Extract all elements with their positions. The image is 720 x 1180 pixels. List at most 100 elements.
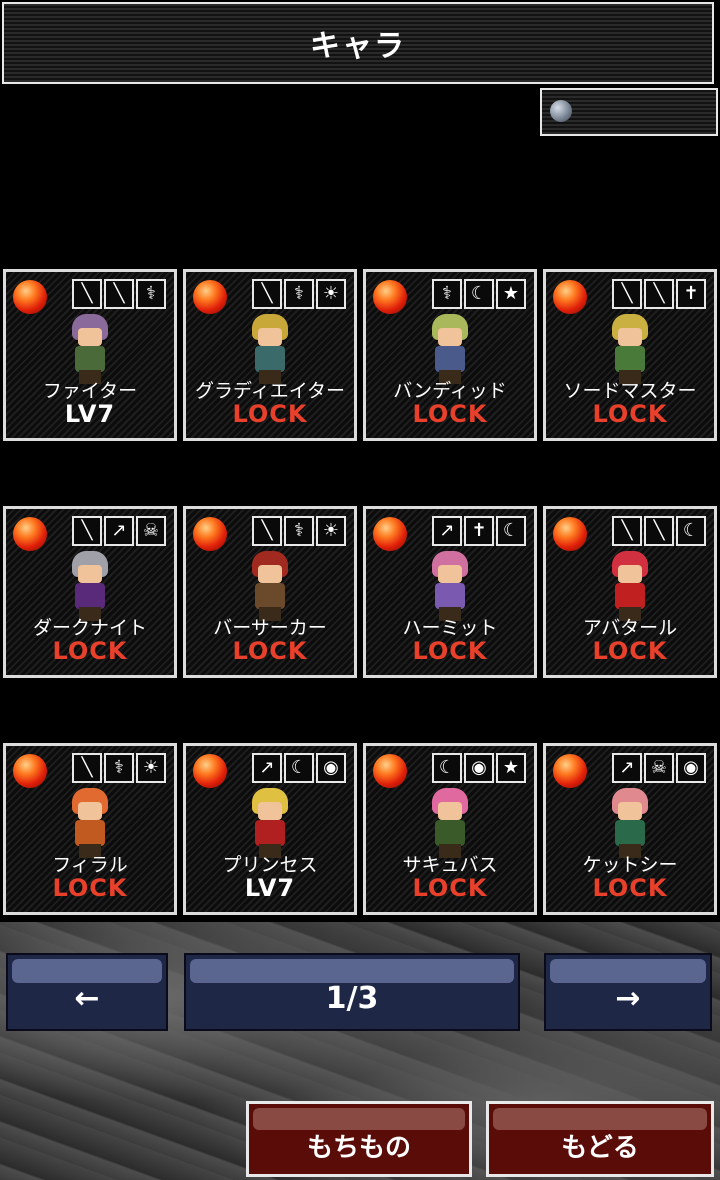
prev-arrow-icon: ← — [74, 980, 100, 1016]
fire-orb-icon — [553, 280, 587, 314]
gem-icon — [550, 100, 572, 122]
character-card[interactable]: ☾ ◉ ★ サキュバス LOCK — [363, 743, 537, 915]
weapon-type-icon: ☾ — [496, 516, 526, 546]
weapon-icons: ↗ ☾ ◉ — [252, 753, 346, 783]
character-card[interactable]: ⚕ ☾ ★ バンディッド LOCK — [363, 269, 537, 441]
fire-orb-icon — [13, 280, 47, 314]
character-name: フィラル — [52, 854, 128, 876]
page-indicator: 1/3 — [184, 953, 520, 1031]
weapon-type-icon: ╲ — [72, 516, 102, 546]
back-button-label: もどる — [561, 1132, 639, 1163]
weapon-type-icon: ⚕ — [104, 753, 134, 783]
character-name: ファイター — [42, 380, 138, 402]
character-card[interactable]: ╲ ╲ ⚕ ファイター LV7 — [3, 269, 177, 441]
character-card[interactable]: ↗ ☠ ◉ ケットシー LOCK — [543, 743, 717, 915]
lock-status: LOCK — [592, 874, 668, 902]
weapon-type-icon: ╲ — [72, 753, 102, 783]
items-button[interactable]: もちもの — [246, 1101, 472, 1177]
weapon-type-icon: ☀ — [316, 516, 346, 546]
fire-orb-icon — [13, 517, 47, 551]
weapon-type-icon: ╲ — [104, 279, 134, 309]
lock-status: LOCK — [232, 637, 308, 665]
character-name: バンディッド — [393, 380, 507, 402]
weapon-type-icon: ╲ — [252, 279, 282, 309]
weapon-type-icon: ╲ — [72, 279, 102, 309]
weapon-icons: ╲ ⚕ ☀ — [252, 279, 346, 309]
weapon-type-icon: ↗ — [432, 516, 462, 546]
character-name: ハーミット — [402, 617, 498, 639]
character-card[interactable]: ╲ ⚕ ☀ フィラル LOCK — [3, 743, 177, 915]
weapon-type-icon: ⚕ — [284, 279, 314, 309]
fire-orb-icon — [553, 517, 587, 551]
character-card[interactable]: ╲ ╲ ✝ ソードマスター LOCK — [543, 269, 717, 441]
weapon-type-icon: ✝ — [676, 279, 706, 309]
lock-status: LOCK — [412, 874, 488, 902]
fire-orb-icon — [193, 517, 227, 551]
weapon-type-icon: ⚕ — [284, 516, 314, 546]
character-card[interactable]: ╲ ⚕ ☀ グラディエイター LOCK — [183, 269, 357, 441]
lock-status: LOCK — [52, 637, 128, 665]
weapon-icons: ╲ ⚕ ☀ — [252, 516, 346, 546]
character-name: グラディエイター — [195, 380, 345, 402]
character-card[interactable]: ↗ ☾ ◉ プリンセス LV7 — [183, 743, 357, 915]
character-card[interactable]: ╲ ⚕ ☀ バーサーカー LOCK — [183, 506, 357, 678]
weapon-type-icon: ☾ — [464, 279, 494, 309]
next-page-button[interactable]: → — [544, 953, 712, 1031]
page-indicator-label: 1/3 — [325, 980, 379, 1016]
weapon-type-icon: ╲ — [644, 516, 674, 546]
weapon-icons: ╲ ╲ ☾ — [612, 516, 706, 546]
fire-orb-icon — [373, 280, 407, 314]
character-name: ダークナイト — [32, 617, 147, 639]
character-card[interactable]: ╲ ╲ ☾ アバタール LOCK — [543, 506, 717, 678]
fire-orb-icon — [193, 280, 227, 314]
weapon-type-icon: ☾ — [432, 753, 462, 783]
back-button[interactable]: もどる — [486, 1101, 714, 1177]
weapon-type-icon: ╲ — [252, 516, 282, 546]
character-name: サキュバス — [402, 854, 498, 876]
weapon-icons: ↗ ✝ ☾ — [432, 516, 526, 546]
character-name: バーサーカー — [213, 617, 327, 639]
fire-orb-icon — [193, 754, 227, 788]
weapon-icons: ☾ ◉ ★ — [432, 753, 526, 783]
weapon-icons: ╲ ╲ ✝ — [612, 279, 706, 309]
weapon-type-icon: ☾ — [676, 516, 706, 546]
weapon-type-icon: ↗ — [612, 753, 642, 783]
lock-status: LOCK — [592, 400, 668, 428]
weapon-icons: ╲ ⚕ ☀ — [72, 753, 166, 783]
character-card[interactable]: ╲ ↗ ☠ ダークナイト LOCK — [3, 506, 177, 678]
character-name: アバタール — [582, 617, 678, 639]
weapon-type-icon: ⚕ — [432, 279, 462, 309]
screen-title-bar: キャラ — [2, 2, 714, 84]
level-status: LV7 — [244, 874, 296, 902]
character-card[interactable]: ↗ ✝ ☾ ハーミット LOCK — [363, 506, 537, 678]
weapon-type-icon: ╲ — [612, 279, 642, 309]
items-button-label: もちもの — [306, 1132, 411, 1163]
character-name: ケットシー — [582, 854, 678, 876]
level-status: LV7 — [64, 400, 116, 428]
weapon-type-icon: ↗ — [252, 753, 282, 783]
weapon-type-icon: ◉ — [316, 753, 346, 783]
character-name: プリンセス — [222, 854, 318, 876]
prev-page-button[interactable]: ← — [6, 953, 168, 1031]
character-name: ソードマスター — [563, 380, 697, 402]
fire-orb-icon — [553, 754, 587, 788]
weapon-type-icon: ⚕ — [136, 279, 166, 309]
next-arrow-icon: → — [615, 980, 641, 1016]
gem-counter — [540, 88, 718, 136]
weapon-type-icon: ╲ — [644, 279, 674, 309]
weapon-icons: ⚕ ☾ ★ — [432, 279, 526, 309]
weapon-icons: ↗ ☠ ◉ — [612, 753, 706, 783]
fire-orb-icon — [373, 754, 407, 788]
lock-status: LOCK — [412, 400, 488, 428]
weapon-type-icon: ◉ — [464, 753, 494, 783]
lock-status: LOCK — [52, 874, 128, 902]
weapon-type-icon: ◉ — [676, 753, 706, 783]
weapon-type-icon: ✝ — [464, 516, 494, 546]
fire-orb-icon — [373, 517, 407, 551]
weapon-icons: ╲ ↗ ☠ — [72, 516, 166, 546]
screen-title: キャラ — [310, 29, 406, 64]
lock-status: LOCK — [412, 637, 488, 665]
weapon-type-icon: ★ — [496, 753, 526, 783]
weapon-type-icon: ☠ — [644, 753, 674, 783]
weapon-icons: ╲ ╲ ⚕ — [72, 279, 166, 309]
